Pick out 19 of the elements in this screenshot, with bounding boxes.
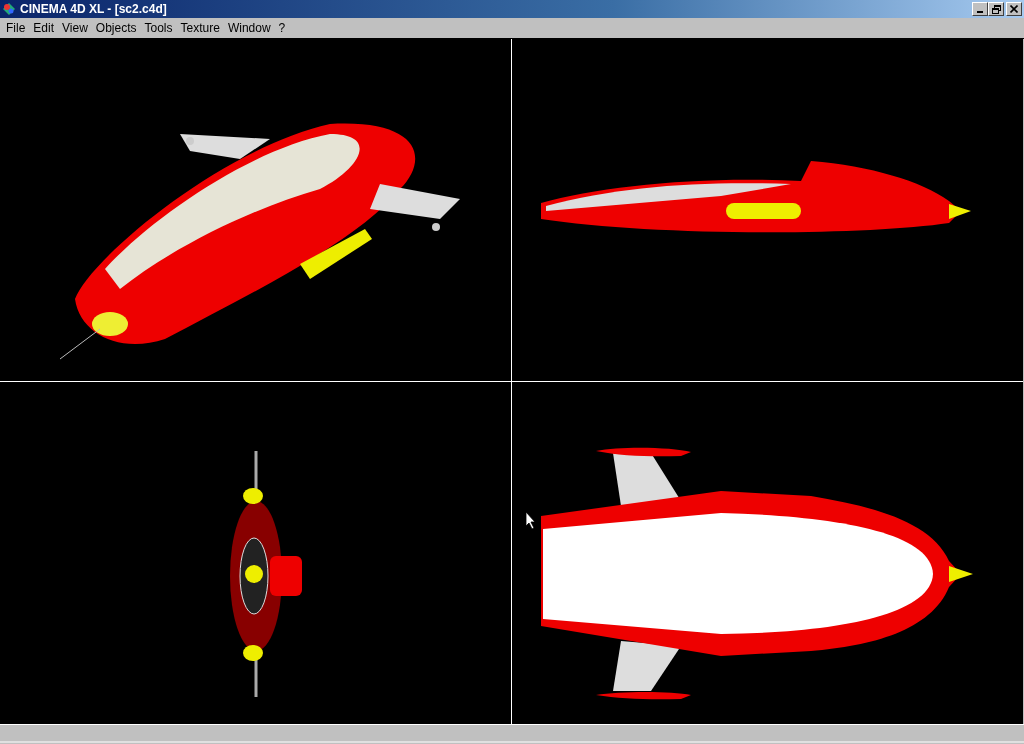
menu-item[interactable]: Texture [176,21,224,35]
menu-item[interactable]: Window [223,21,275,35]
restore-icon [991,4,1001,14]
menu-item[interactable]: Edit [29,21,59,35]
restore-button[interactable] [988,2,1004,16]
close-icon [1010,5,1018,13]
menu-item[interactable]: ? [274,21,290,35]
viewport[interactable] [512,382,1023,724]
viewport[interactable] [0,39,511,381]
cursor-icon [525,511,536,530]
menu-item[interactable]: View [58,21,92,35]
minimize-button[interactable] [972,2,988,16]
viewport[interactable] [512,39,1023,381]
app-logo-icon [2,2,16,16]
menu-item[interactable]: Tools [140,21,177,35]
menu-item[interactable]: Objects [91,21,141,35]
window-title: CINEMA 4D XL - [sc2.c4d] [20,2,168,16]
close-button[interactable] [1006,2,1022,16]
menu-item[interactable]: File [2,21,30,35]
